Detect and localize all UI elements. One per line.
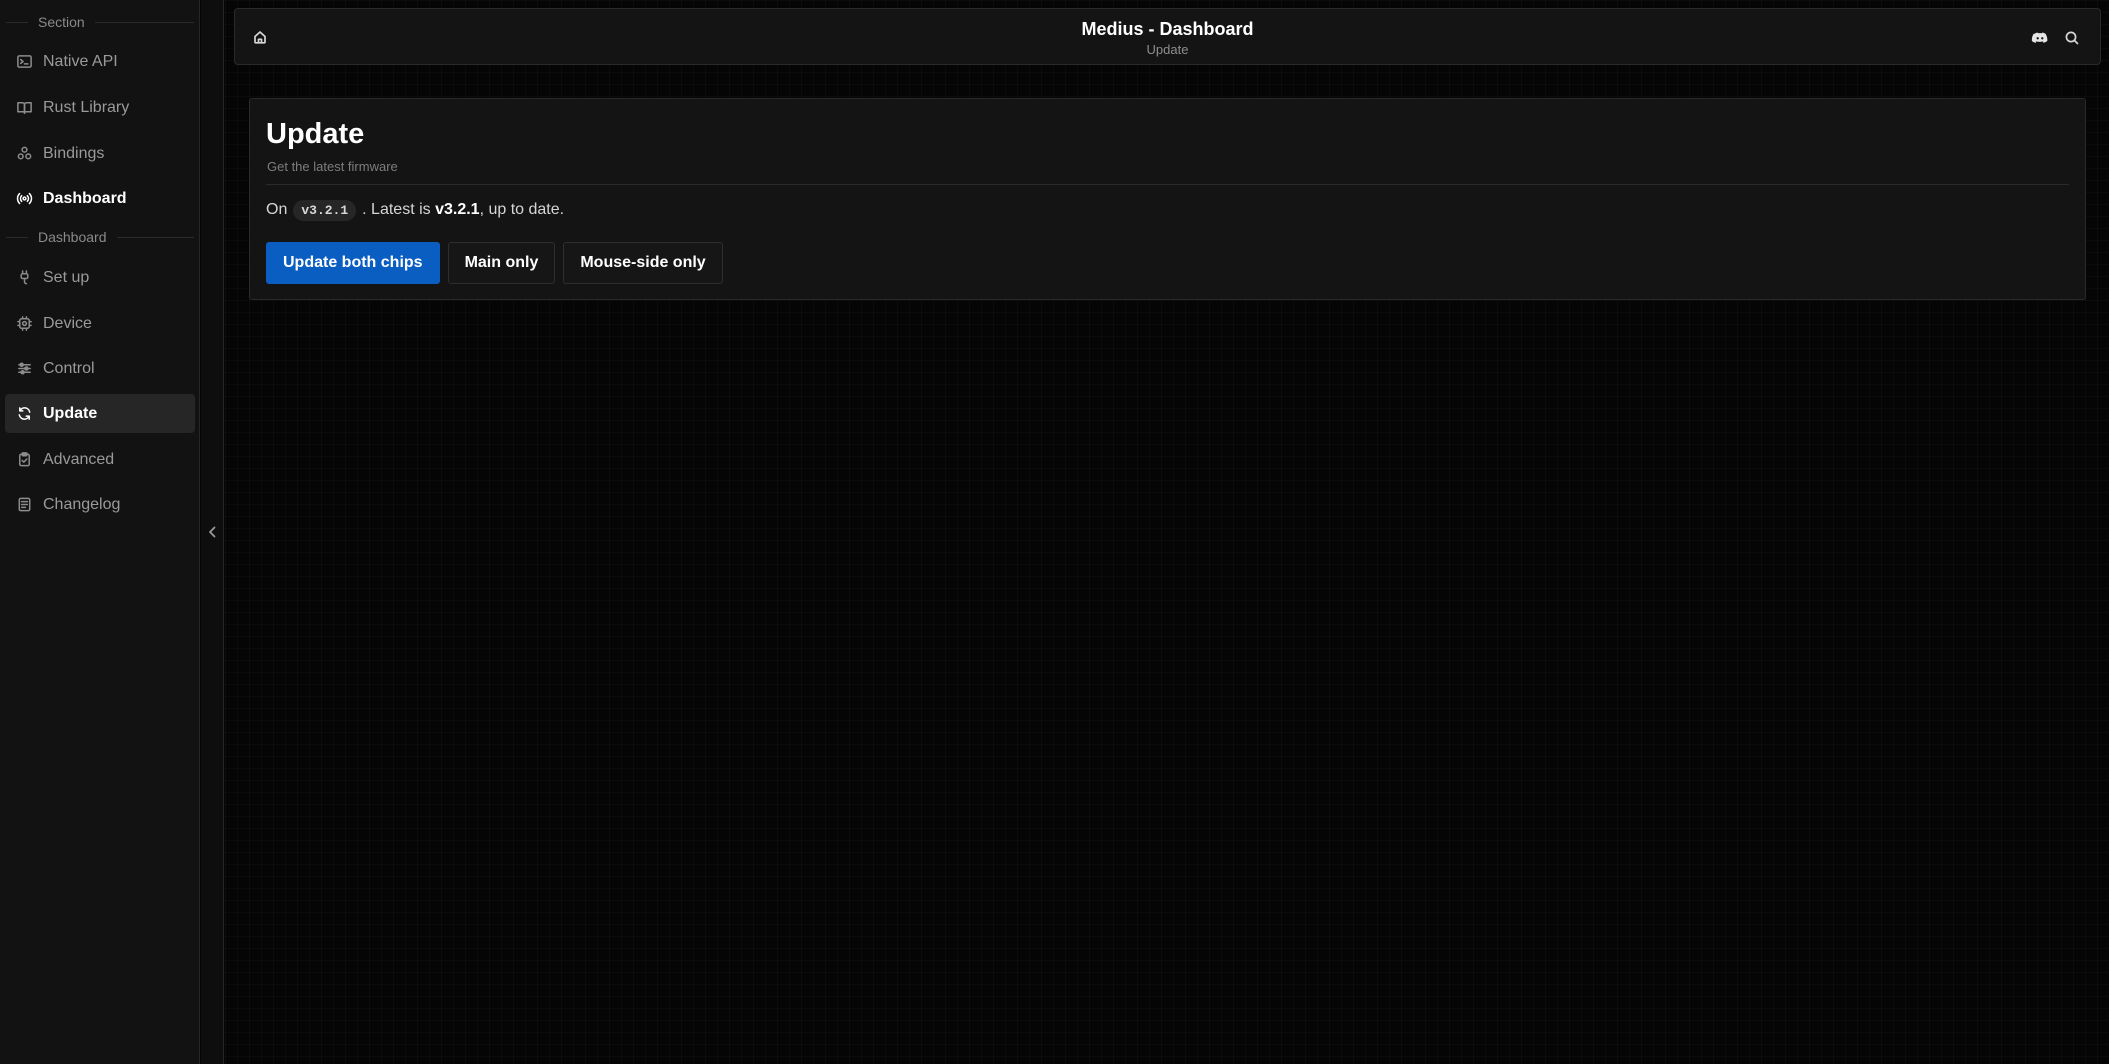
mouse-side-only-button[interactable]: Mouse-side only xyxy=(563,242,723,284)
molecule-icon xyxy=(17,146,32,160)
refresh-icon xyxy=(18,407,31,420)
sidebar-subsection-title: Dashboard xyxy=(0,229,200,245)
update-actions: Update both chips Main only Mouse-side o… xyxy=(266,242,723,284)
search-icon xyxy=(2065,31,2079,45)
top-bar: Medius - Dashboard Update xyxy=(234,8,2101,65)
sidebar-collapse-handle[interactable] xyxy=(201,0,224,1064)
sliders-icon xyxy=(18,362,31,375)
discord-icon xyxy=(2031,32,2048,43)
broadcast-icon xyxy=(16,192,33,205)
page-title: Update xyxy=(266,118,365,150)
sidebar-item-set-up[interactable]: Set up xyxy=(5,258,195,297)
chip-icon xyxy=(17,316,32,331)
section-title-label: Section xyxy=(38,14,85,30)
update-both-chips-button[interactable]: Update both chips xyxy=(266,242,440,284)
sidebar-item-control[interactable]: Control xyxy=(5,349,195,388)
search-button[interactable] xyxy=(2062,28,2082,48)
terminal-icon xyxy=(17,55,32,68)
sidebar-item-advanced[interactable]: Advanced xyxy=(5,440,195,479)
sidebar-section-title: Section xyxy=(0,14,200,30)
sidebar-item-label: Device xyxy=(43,314,92,332)
sidebar: Section Native API Rust Library Bindings… xyxy=(0,0,200,1064)
discord-button[interactable] xyxy=(2030,28,2050,48)
main-only-button[interactable]: Main only xyxy=(447,242,556,284)
sidebar-item-label: Update xyxy=(43,404,98,422)
divider xyxy=(266,184,2069,185)
clipboard-icon xyxy=(19,452,30,467)
sidebar-item-bindings[interactable]: Bindings xyxy=(5,134,195,173)
sidebar-item-label: Control xyxy=(43,359,95,377)
page-subtitle: Update xyxy=(1146,42,1189,57)
sidebar-item-changelog[interactable]: Changelog xyxy=(5,485,195,524)
sidebar-item-update[interactable]: Update xyxy=(5,394,195,433)
sidebar-item-rust-library[interactable]: Rust Library xyxy=(5,88,195,127)
sidebar-item-dashboard[interactable]: Dashboard xyxy=(5,179,195,218)
status-middle: . Latest is xyxy=(362,201,436,218)
sidebar-item-label: Bindings xyxy=(43,144,105,162)
plug-icon xyxy=(20,270,29,285)
sidebar-item-label: Native API xyxy=(43,52,118,70)
sidebar-item-label: Set up xyxy=(43,268,90,286)
update-card: Update Get the latest firmware On v3.2.1.… xyxy=(249,98,2086,300)
latest-version: v3.2.1 xyxy=(435,201,480,218)
sidebar-item-device[interactable]: Device xyxy=(5,304,195,343)
subsection-title-label: Dashboard xyxy=(38,229,107,245)
sidebar-item-label: Rust Library xyxy=(43,98,130,116)
firmware-status: On v3.2.1. Latest is v3.2.1, up to date. xyxy=(266,197,564,223)
status-prefix: On xyxy=(266,201,288,218)
book-icon xyxy=(17,102,32,114)
sidebar-item-label: Advanced xyxy=(43,450,115,468)
sidebar-item-native-api[interactable]: Native API xyxy=(5,42,195,81)
status-suffix: , up to date. xyxy=(479,201,565,218)
document-icon xyxy=(18,497,31,512)
sidebar-item-label: Dashboard xyxy=(43,189,127,207)
page-description: Get the latest firmware xyxy=(267,159,398,174)
current-version-badge: v3.2.1 xyxy=(293,199,357,221)
sidebar-item-label: Changelog xyxy=(43,495,121,513)
main-content: Medius - Dashboard Update Update Get the… xyxy=(225,0,2109,1064)
app-title: Medius - Dashboard xyxy=(1081,19,1254,39)
chevron-left-icon xyxy=(209,526,216,538)
